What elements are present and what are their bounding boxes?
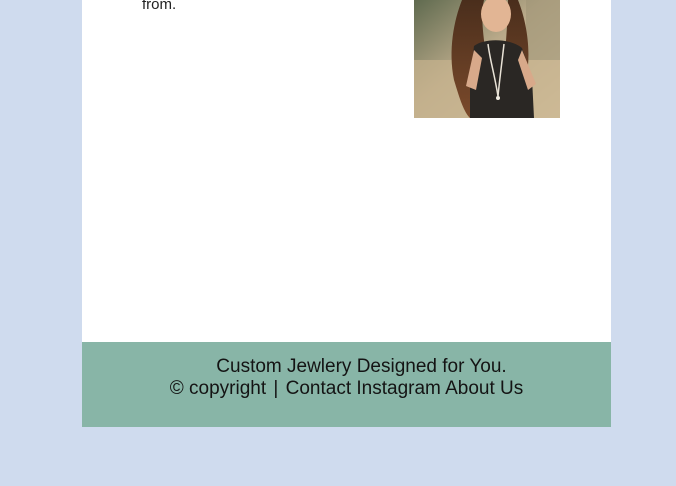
copyright-label: copyright: [189, 378, 267, 399]
instagram-link[interactable]: Instagram: [356, 378, 440, 399]
contact-link[interactable]: Contact: [286, 378, 351, 399]
about-us-link[interactable]: About Us: [445, 378, 523, 399]
copyright-icon: ©: [169, 378, 184, 399]
content-panel: from. Custom Jewlery Designed for You. ©…: [82, 0, 611, 427]
footer-links: © copyright | Contact Instagram About Us: [82, 378, 611, 400]
model-photo: [414, 0, 560, 118]
site-footer: Custom Jewlery Designed for You. © copyr…: [82, 342, 611, 427]
footer-tagline: Custom Jewlery Designed for You.: [216, 356, 507, 377]
footer-separator: |: [273, 378, 279, 399]
body-paragraph: from.: [142, 0, 177, 13]
